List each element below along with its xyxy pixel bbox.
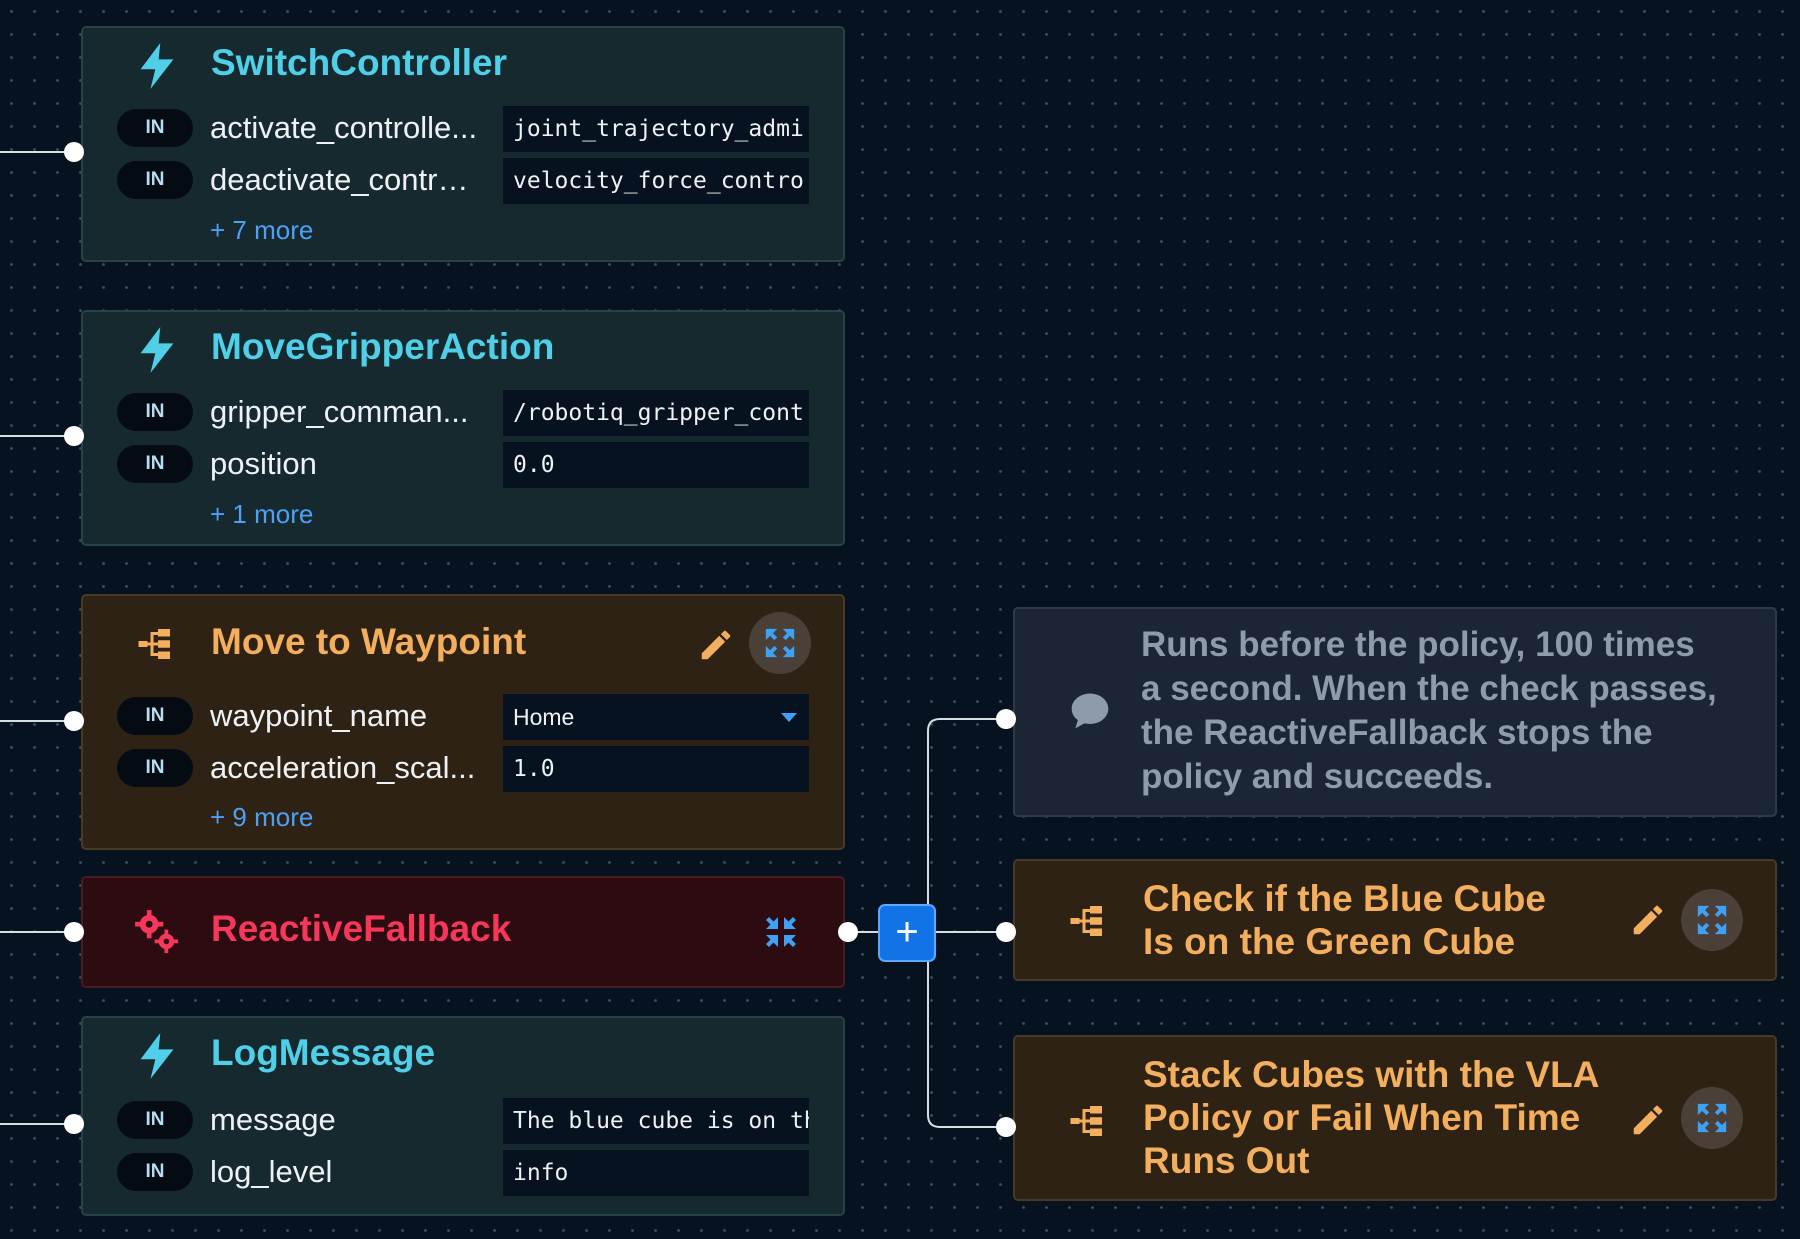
input-handle[interactable] (64, 142, 84, 162)
port-label: log_level (210, 1154, 333, 1189)
in-badge: IN (117, 1101, 193, 1139)
port-value-input[interactable]: joint_trajectory_admi (503, 106, 809, 152)
node-title: MoveGripperAction (211, 326, 555, 367)
add-child-button[interactable]: + (878, 904, 936, 962)
expand-subtree-button[interactable] (749, 612, 811, 674)
port-value-input[interactable]: The blue cube is on th (503, 1098, 809, 1144)
subtree-icon (135, 624, 175, 664)
port-label: deactivate_contro... (210, 162, 480, 197)
expand-subtree-button[interactable] (1681, 889, 1743, 951)
port-label: acceleration_scal... (210, 750, 476, 785)
in-badge: IN (117, 161, 193, 199)
port-row: IN position 0.0 (117, 442, 817, 488)
port-label: waypoint_name (210, 698, 428, 733)
in-badge: IN (117, 445, 193, 483)
node-title: Stack Cubes with the VLA Policy or Fail … (1143, 1054, 1599, 1181)
comment-text: Runs before the policy, 100 times a seco… (1141, 625, 1717, 796)
waypoint-select-value: Home (513, 704, 575, 730)
port-value-input[interactable]: info (503, 1150, 809, 1196)
in-badge: IN (117, 697, 193, 735)
input-handle[interactable] (64, 922, 84, 942)
expand-icon (1697, 905, 1727, 935)
node-move-to-waypoint[interactable]: Move to Waypoint IN waypoint_name Home I… (81, 594, 845, 850)
node-title: LogMessage (211, 1032, 436, 1073)
port-value-input[interactable]: velocity_force_contro (503, 158, 809, 204)
port-label: position (210, 446, 317, 481)
node-title: Move to Waypoint (211, 621, 527, 662)
chevron-down-icon (781, 713, 797, 722)
input-handle[interactable] (64, 1114, 84, 1134)
more-ports-link[interactable]: + 9 more (210, 802, 313, 833)
port-row: IN gripper_comman... /robotiq_gripper_co… (117, 390, 817, 436)
in-badge: IN (117, 393, 193, 431)
output-handle[interactable] (838, 922, 858, 942)
port-value-input[interactable]: 1.0 (503, 746, 809, 792)
node-stack-cubes[interactable]: Stack Cubes with the VLA Policy or Fail … (1013, 1035, 1777, 1201)
node-title: ReactiveFallback (211, 908, 512, 949)
input-handle[interactable] (996, 709, 1016, 729)
subtree-icon (1067, 1101, 1107, 1141)
expand-subtree-button[interactable] (1681, 1087, 1743, 1149)
node-move-gripper-action[interactable]: MoveGripperAction IN gripper_comman... /… (81, 310, 845, 546)
more-ports-link[interactable]: + 1 more (210, 499, 313, 530)
node-title: SwitchController (211, 42, 508, 83)
port-value-input[interactable]: 0.0 (503, 442, 809, 488)
port-row: IN waypoint_name Home (117, 694, 817, 740)
port-row: IN log_level info (117, 1150, 817, 1196)
node-title: Check if the Blue Cube Is on the Green C… (1143, 878, 1546, 962)
in-badge: IN (117, 749, 193, 787)
edit-pencil-icon[interactable] (1629, 901, 1669, 941)
node-check-blue-cube[interactable]: Check if the Blue Cube Is on the Green C… (1013, 859, 1777, 981)
port-label: gripper_comman... (210, 394, 469, 429)
lightning-icon (135, 326, 179, 374)
port-row: IN message The blue cube is on th (117, 1098, 817, 1144)
node-switch-controller[interactable]: SwitchController IN activate_controlle..… (81, 26, 845, 262)
waypoint-select[interactable]: Home (503, 694, 809, 740)
edit-pencil-icon[interactable] (697, 626, 737, 666)
in-badge: IN (117, 109, 193, 147)
edit-pencil-icon[interactable] (1629, 1101, 1669, 1141)
lightning-icon (135, 1032, 179, 1080)
node-reactive-fallback[interactable]: ReactiveFallback (81, 876, 845, 988)
gears-icon (131, 906, 183, 958)
collapse-icon[interactable] (761, 912, 801, 952)
lightning-icon (135, 42, 179, 90)
input-handle[interactable] (64, 711, 84, 731)
port-row: IN deactivate_contro... velocity_force_c… (117, 158, 817, 204)
port-row: IN acceleration_scal... 1.0 (117, 746, 817, 792)
port-row: IN activate_controlle... joint_trajector… (117, 106, 817, 152)
port-label: activate_controlle... (210, 110, 478, 145)
input-handle[interactable] (64, 426, 84, 446)
comment-icon (1065, 685, 1115, 735)
subtree-icon (1067, 901, 1107, 941)
node-comment[interactable]: Runs before the policy, 100 times a seco… (1013, 607, 1777, 817)
input-handle[interactable] (996, 922, 1016, 942)
port-value-input[interactable]: /robotiq_gripper_cont (503, 390, 809, 436)
expand-icon (765, 628, 795, 658)
input-handle[interactable] (996, 1117, 1016, 1137)
more-ports-link[interactable]: + 7 more (210, 215, 313, 246)
node-log-message[interactable]: LogMessage IN message The blue cube is o… (81, 1016, 845, 1216)
expand-icon (1697, 1103, 1727, 1133)
in-badge: IN (117, 1153, 193, 1191)
port-label: message (210, 1102, 336, 1137)
